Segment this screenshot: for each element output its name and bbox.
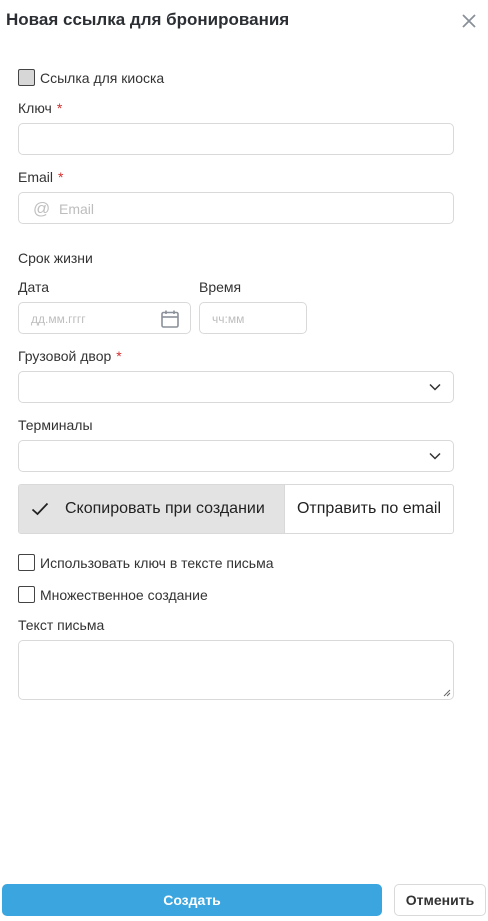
kiosk-checkbox-row[interactable]: Ссылка для киоска (18, 69, 164, 86)
kiosk-checkbox-label: Ссылка для киоска (40, 69, 165, 86)
terminals-label: Терминалы (18, 417, 93, 433)
date-input[interactable]: дд.мм.гггг (18, 302, 191, 334)
delivery-toggle: Скопировать при создании Отправить по em… (18, 484, 454, 534)
terminals-select[interactable] (18, 440, 454, 472)
email-label: Email * (18, 169, 63, 185)
time-placeholder: чч:мм (212, 312, 245, 326)
send-by-email-label: Отправить по email (296, 500, 442, 517)
use-key-checkbox-label: Использовать ключ в тексте письма (40, 554, 274, 571)
calendar-icon[interactable] (160, 309, 180, 329)
at-icon: @ (33, 199, 51, 218)
yard-select[interactable] (18, 371, 454, 403)
bulk-create-checkbox-row[interactable]: Множественное создание (18, 586, 208, 603)
use-key-checkbox[interactable] (18, 554, 35, 571)
email-input[interactable]: @ Email (18, 192, 454, 224)
lifetime-label: Срок жизни (18, 250, 93, 266)
date-placeholder: дд.мм.гггг (31, 312, 86, 326)
required-mark: * (116, 348, 122, 364)
letter-text-area[interactable] (18, 640, 454, 700)
date-label: Дата (18, 279, 50, 295)
resize-grip-icon[interactable] (443, 689, 451, 697)
copy-on-create-option[interactable]: Скопировать при создании (19, 485, 285, 533)
chevron-down-icon (429, 452, 441, 460)
key-input[interactable] (18, 123, 454, 155)
yard-label: Грузовой двор * (18, 348, 122, 364)
letter-text-label: Текст письма (18, 617, 105, 633)
use-key-checkbox-row[interactable]: Использовать ключ в тексте письма (18, 554, 274, 571)
bulk-create-checkbox[interactable] (18, 586, 35, 603)
create-button[interactable]: Создать (2, 884, 382, 916)
bulk-create-checkbox-label: Множественное создание (40, 586, 208, 603)
key-label-text: Ключ (18, 100, 52, 116)
kiosk-checkbox[interactable] (18, 69, 35, 86)
send-by-email-option[interactable]: Отправить по email (285, 485, 453, 533)
cancel-button[interactable]: Отменить (394, 884, 486, 916)
copy-on-create-label: Скопировать при создании (65, 500, 265, 517)
email-placeholder: Email (59, 201, 95, 217)
email-label-text: Email (18, 169, 54, 185)
yard-label-text: Грузовой двор (18, 348, 112, 364)
check-icon (31, 502, 49, 516)
close-icon[interactable] (460, 12, 478, 30)
required-mark: * (58, 169, 64, 185)
time-label: Время (199, 279, 242, 295)
dialog-title: Новая ссылка для бронирования (6, 10, 290, 29)
required-mark: * (56, 100, 63, 116)
chevron-down-icon (429, 383, 441, 391)
key-label: Ключ * (18, 100, 62, 116)
time-input[interactable]: чч:мм (199, 302, 307, 334)
